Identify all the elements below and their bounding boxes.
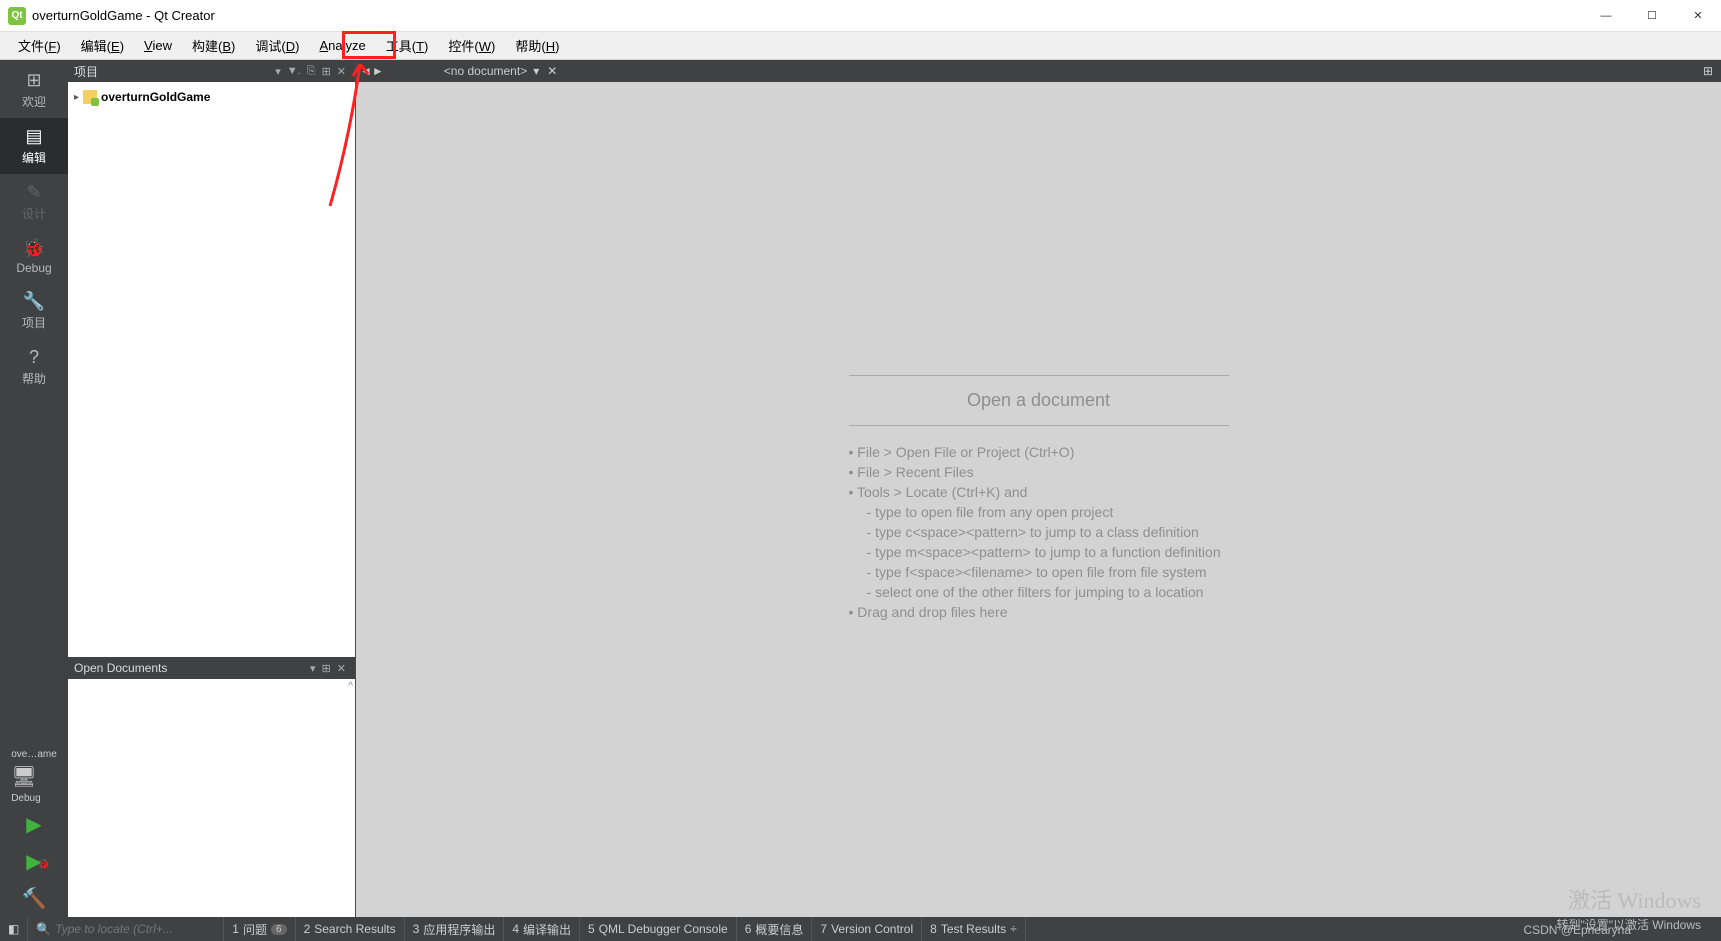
target-selector[interactable]: ove…ame 🖥 Debug [9, 747, 59, 806]
scroll-up-icon[interactable]: ^ [348, 681, 353, 692]
question-icon: ? [0, 347, 68, 368]
menu-build[interactable]: 构建(B) [182, 32, 245, 59]
locator[interactable]: 🔍 [28, 917, 224, 941]
locator-input[interactable] [55, 922, 215, 936]
link-icon[interactable]: ⎘ [304, 65, 319, 78]
output-pane-search[interactable]: 2 Search Results [296, 917, 405, 941]
project-folder-icon [83, 90, 97, 104]
placeholder-line: Tools > Locate (Ctrl+K) and [849, 484, 1229, 500]
editor-placeholder: Open a document File > Open File or Proj… [849, 375, 1229, 624]
csdn-watermark: CSDN @Epnearyna [1523, 923, 1631, 937]
project-root-label: overturnGoldGame [101, 90, 210, 104]
expand-arrow-icon[interactable]: ▸ [74, 92, 79, 103]
window-controls: — ☐ ✕ [1583, 0, 1721, 32]
panel-dropdown-icon[interactable]: ▾ [272, 65, 284, 78]
mode-edit[interactable]: ▤编辑 [0, 118, 68, 174]
mode-projects[interactable]: 🔧项目 [0, 283, 68, 339]
minimize-button[interactable]: — [1583, 0, 1629, 32]
close-panel-icon[interactable]: ✕ [334, 662, 349, 675]
pencil-icon: ✎ [0, 182, 68, 203]
placeholder-line: Drag and drop files here [849, 604, 1229, 620]
placeholder-line: File > Open File or Project (Ctrl+O) [849, 444, 1229, 460]
menu-widgets[interactable]: 控件(W) [438, 32, 505, 59]
menu-view[interactable]: View [134, 34, 182, 57]
mode-help[interactable]: ?帮助 [0, 339, 68, 395]
split-icon[interactable]: ⊞ [319, 65, 334, 78]
maximize-button[interactable]: ☐ [1629, 0, 1675, 32]
status-bar: ◧ 🔍 1 问题 6 2 Search Results 3 应用程序输出 4 编… [0, 917, 1721, 941]
qt-logo-icon: Qt [8, 7, 26, 25]
project-tree[interactable]: ▸ overturnGoldGame [68, 82, 355, 657]
open-documents-list[interactable]: ^ [68, 679, 355, 917]
close-panel-icon[interactable]: ✕ [334, 65, 349, 78]
editor-toolbar: ◄ ► <no document>▾ ✕ ⊞ [356, 60, 1721, 82]
document-selector[interactable]: <no document>▾ [444, 64, 539, 78]
run-debug-button[interactable]: ▶🐞 [0, 843, 68, 880]
output-pane-appoutput[interactable]: 3 应用程序输出 [405, 917, 505, 941]
editor-area: ◄ ► <no document>▾ ✕ ⊞ Open a document F… [356, 60, 1721, 917]
forward-icon[interactable]: ► [372, 64, 384, 78]
output-pane-compile[interactable]: 4 编译输出 [504, 917, 580, 941]
search-icon: 🔍 [36, 922, 51, 936]
side-panel: 项目 ▾ ▼. ⎘ ⊞ ✕ ▸ overturnGoldGame Open Do… [68, 60, 356, 917]
toggle-sidebar-button[interactable]: ◧ [0, 917, 28, 941]
filter-icon[interactable]: ▼. [284, 65, 304, 77]
mode-design[interactable]: ✎设计 [0, 174, 68, 230]
close-doc-icon[interactable]: ✕ [547, 64, 557, 78]
menu-debug[interactable]: 调试(D) [245, 32, 309, 59]
open-documents-panel: Open Documents ▾ ⊞ ✕ ^ [68, 657, 355, 917]
placeholder-line: File > Recent Files [849, 464, 1229, 480]
panel-dropdown-icon[interactable]: ▾ [307, 662, 319, 675]
wrench-icon: 🔧 [0, 291, 68, 312]
open-documents-title[interactable]: Open Documents [74, 661, 307, 675]
bug-icon: 🐞 [0, 238, 68, 259]
split-editor-icon[interactable]: ⊞ [1699, 64, 1717, 78]
placeholder-subline: type m<space><pattern> to jump to a func… [867, 544, 1229, 560]
build-button[interactable]: 🔨 [0, 880, 68, 917]
mode-sidebar: ⊞欢迎 ▤编辑 ✎设计 🐞Debug 🔧项目 ?帮助 ove…ame 🖥 Deb… [0, 60, 68, 917]
close-button[interactable]: ✕ [1675, 0, 1721, 32]
menu-help[interactable]: 帮助(H) [505, 32, 569, 59]
output-pane-general[interactable]: 6 概要信息 [737, 917, 813, 941]
projects-panel-header: 项目 ▾ ▼. ⎘ ⊞ ✕ [68, 60, 355, 82]
window-title: overturnGoldGame - Qt Creator [32, 8, 215, 23]
grid-icon: ⊞ [0, 70, 68, 91]
mode-debug[interactable]: 🐞Debug [0, 230, 68, 283]
output-pane-issues[interactable]: 1 问题 6 [224, 917, 295, 941]
split-icon[interactable]: ⊞ [319, 662, 334, 675]
document-icon: ▤ [0, 126, 68, 147]
output-pane-qml[interactable]: 5 QML Debugger Console [580, 917, 737, 941]
editor-body[interactable]: Open a document File > Open File or Proj… [356, 82, 1721, 917]
placeholder-subline: select one of the other filters for jump… [867, 584, 1229, 600]
annotation-highlight-box [342, 31, 396, 59]
output-pane-vcs[interactable]: 7 Version Control [812, 917, 922, 941]
menu-bar: 文件(F) 编辑(E) View 构建(B) 调试(D) Analyze 工具(… [0, 32, 1721, 60]
placeholder-subline: type to open file from any open project [867, 504, 1229, 520]
open-documents-header: Open Documents ▾ ⊞ ✕ [68, 657, 355, 679]
output-pane-tests[interactable]: 8 Test Results ÷ [922, 917, 1026, 941]
project-root-item[interactable]: ▸ overturnGoldGame [72, 88, 351, 106]
back-icon[interactable]: ◄ [360, 64, 372, 78]
projects-panel-title[interactable]: 项目 [74, 63, 272, 80]
title-bar: Qt overturnGoldGame - Qt Creator — ☐ ✕ [0, 0, 1721, 32]
menu-edit[interactable]: 编辑(E) [71, 32, 134, 59]
placeholder-subline: type f<space><filename> to open file fro… [867, 564, 1229, 580]
mode-welcome[interactable]: ⊞欢迎 [0, 62, 68, 118]
placeholder-subline: type c<space><pattern> to jump to a clas… [867, 524, 1229, 540]
menu-file[interactable]: 文件(F) [8, 32, 71, 59]
placeholder-title: Open a document [849, 375, 1229, 426]
issues-count-badge: 6 [271, 924, 287, 935]
run-button[interactable]: ▶ [0, 806, 68, 843]
